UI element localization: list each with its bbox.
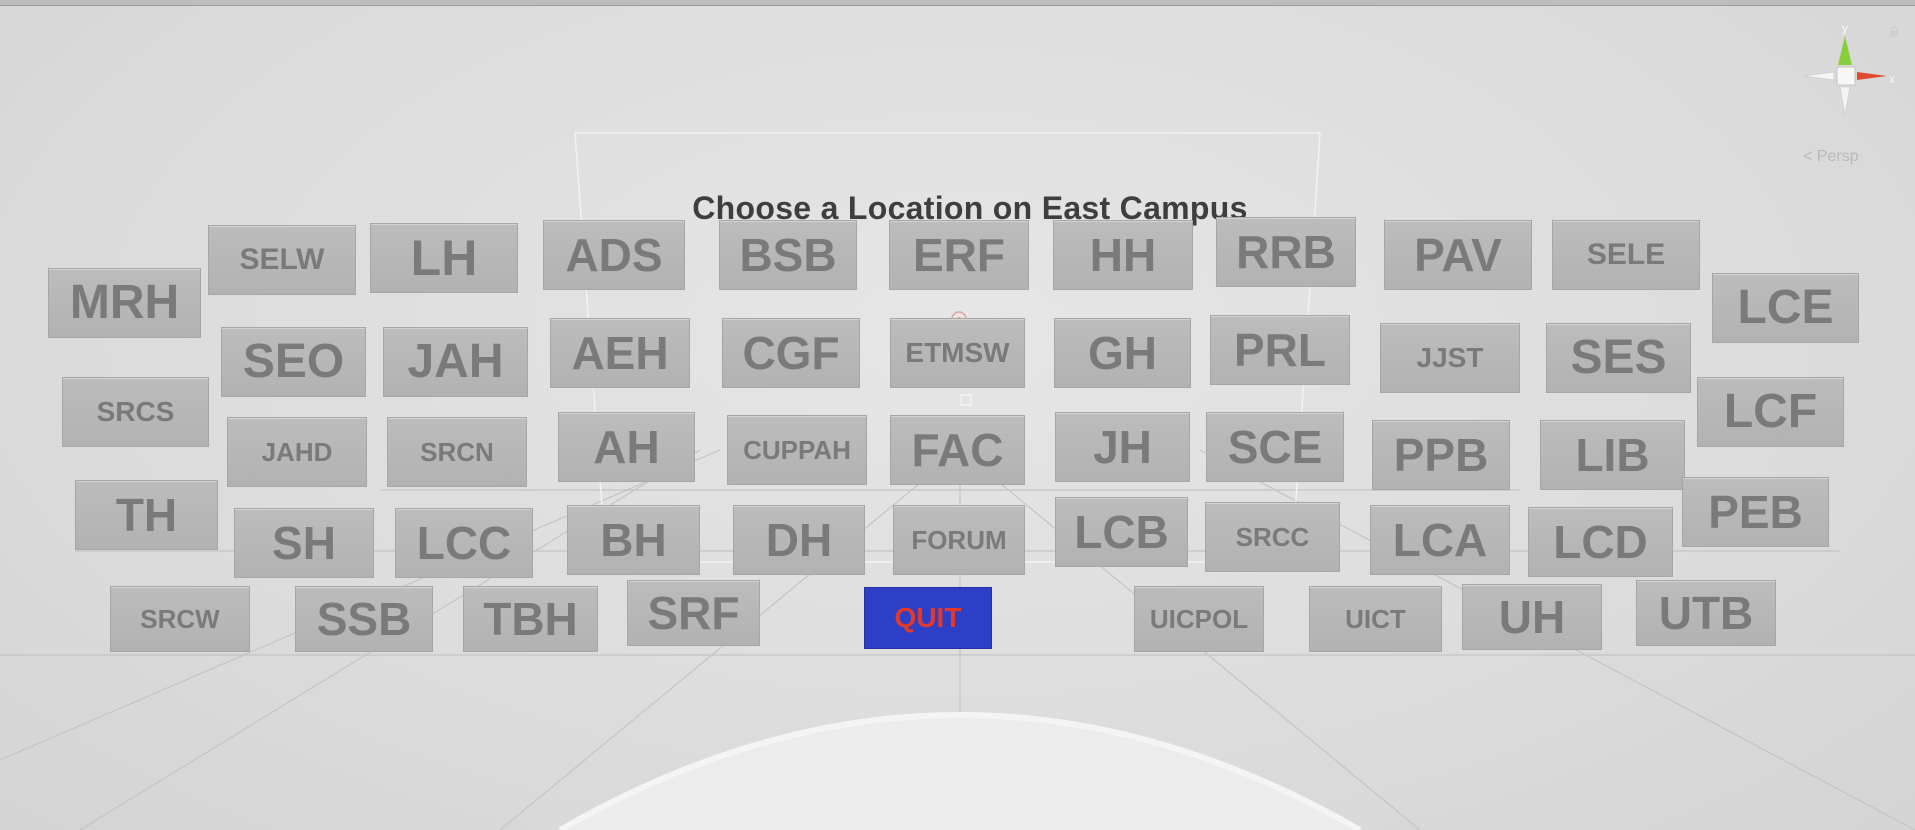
location-button-utb[interactable]: UTB (1636, 580, 1776, 646)
svg-text:y: y (1842, 21, 1848, 35)
location-button-jah[interactable]: JAH (383, 327, 528, 397)
location-button-jahd[interactable]: JAHD (227, 417, 367, 487)
location-button-lca[interactable]: LCA (1370, 505, 1510, 575)
location-button-cuppah[interactable]: CUPPAH (727, 415, 867, 485)
location-button-ssb[interactable]: SSB (295, 586, 433, 652)
location-button-lcd[interactable]: LCD (1528, 507, 1673, 577)
location-button-lcf[interactable]: LCF (1697, 377, 1844, 447)
location-button-etmsw[interactable]: ETMSW (890, 318, 1025, 388)
location-button-th[interactable]: TH (75, 480, 218, 550)
location-button-lib[interactable]: LIB (1540, 420, 1685, 490)
location-button-fac[interactable]: FAC (890, 415, 1025, 485)
location-button-ah[interactable]: AH (558, 412, 695, 482)
location-button-lh[interactable]: LH (370, 223, 518, 293)
location-button-uh[interactable]: UH (1462, 584, 1602, 650)
persp-label[interactable]: < Persp (1803, 148, 1859, 166)
location-button-cgf[interactable]: CGF (722, 318, 860, 388)
location-button-peb[interactable]: PEB (1682, 477, 1829, 547)
location-button-mrh[interactable]: MRH (48, 268, 201, 338)
location-button-pav[interactable]: PAV (1384, 220, 1532, 290)
location-button-srcc[interactable]: SRCC (1205, 502, 1340, 572)
location-button-srcn[interactable]: SRCN (387, 417, 527, 487)
location-button-jjst[interactable]: JJST (1380, 323, 1520, 393)
location-button-hh[interactable]: HH (1053, 220, 1193, 290)
location-button-lcb[interactable]: LCB (1055, 497, 1188, 567)
persp-label-text: Persp (1816, 148, 1859, 165)
location-button-jh[interactable]: JH (1055, 412, 1190, 482)
location-button-ppb[interactable]: PPB (1372, 420, 1510, 490)
location-button-bsb[interactable]: BSB (719, 220, 857, 290)
lock-icon[interactable] (1888, 26, 1900, 38)
orientation-gizmo-icon[interactable]: y x (1790, 20, 1900, 130)
location-button-bh[interactable]: BH (567, 505, 700, 575)
location-button-rrb[interactable]: RRB (1216, 217, 1356, 287)
location-button-gh[interactable]: GH (1054, 318, 1191, 388)
location-button-sele[interactable]: SELE (1552, 220, 1700, 290)
location-button-srcs[interactable]: SRCS (62, 377, 209, 447)
location-button-srf[interactable]: SRF (627, 580, 760, 646)
location-button-sh[interactable]: SH (234, 508, 374, 578)
location-button-lcc[interactable]: LCC (395, 508, 533, 578)
quit-button[interactable]: QUIT (864, 587, 992, 649)
location-button-ads[interactable]: ADS (543, 220, 685, 290)
location-button-sce[interactable]: SCE (1206, 412, 1344, 482)
location-button-ses[interactable]: SES (1546, 323, 1691, 393)
location-button-dh[interactable]: DH (733, 505, 865, 575)
location-button-aeh[interactable]: AEH (550, 318, 690, 388)
location-button-seo[interactable]: SEO (221, 327, 366, 397)
location-button-prl[interactable]: PRL (1210, 315, 1350, 385)
location-button-uict[interactable]: UICT (1309, 586, 1442, 652)
location-button-uicpol[interactable]: UICPOL (1134, 586, 1264, 652)
location-button-forum[interactable]: FORUM (893, 505, 1025, 575)
location-button-tbh[interactable]: TBH (463, 586, 598, 652)
location-button-srcw[interactable]: SRCW (110, 586, 250, 652)
location-button-erf[interactable]: ERF (889, 220, 1029, 290)
svg-text:x: x (1889, 72, 1895, 86)
location-button-selw[interactable]: SELW (208, 225, 356, 295)
location-button-lce[interactable]: LCE (1712, 273, 1859, 343)
